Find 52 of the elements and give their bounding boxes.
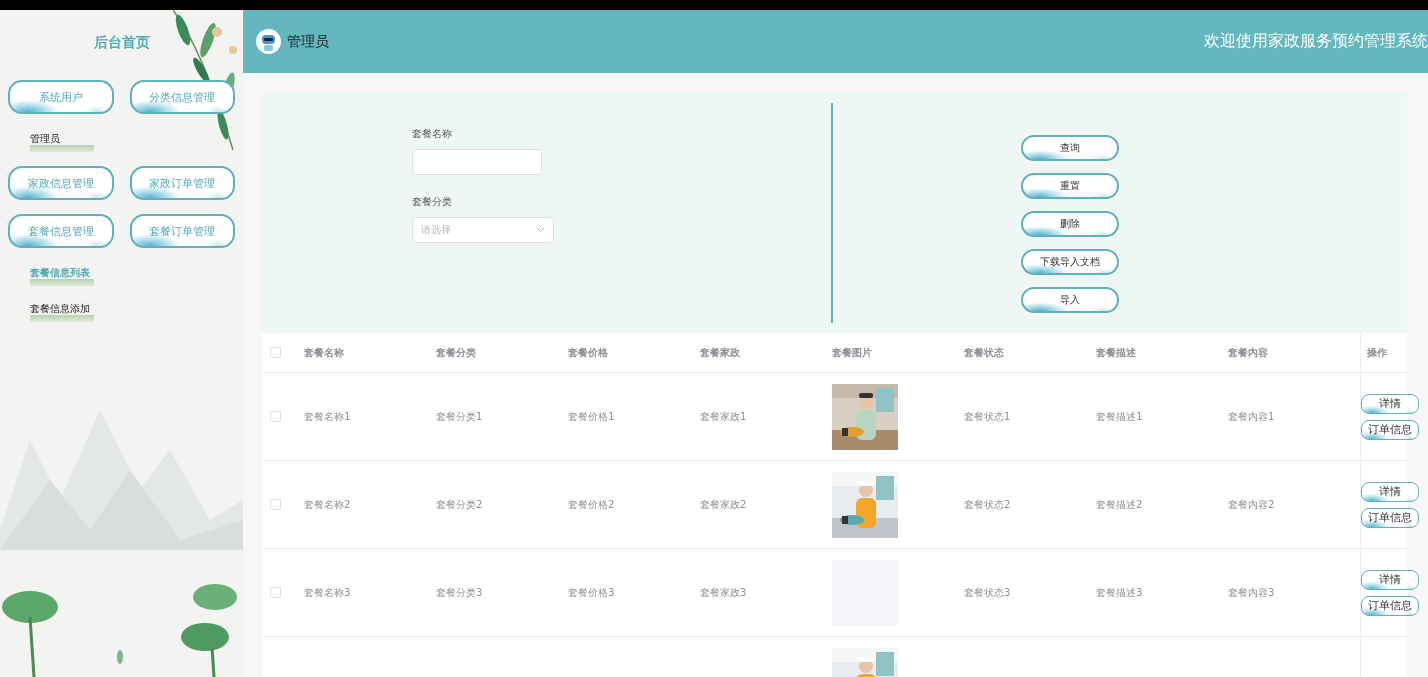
system-title: 欢迎使用家政服务预约管理系统 bbox=[1204, 31, 1428, 52]
row-action-button[interactable]: 订单信息 bbox=[1361, 595, 1419, 616]
row-action-button[interactable]: 详情 bbox=[1361, 569, 1419, 590]
action-button[interactable]: 重置 bbox=[1021, 173, 1119, 199]
row-action-button[interactable]: 订单信息 bbox=[1361, 507, 1419, 528]
table-cell-text: 套餐描述1 bbox=[1096, 409, 1144, 424]
table-cell-text: 套餐名称2 bbox=[304, 497, 352, 512]
row-checkbox[interactable] bbox=[270, 411, 281, 422]
column-header: 套餐内容 bbox=[1228, 345, 1269, 360]
column-header: 套餐描述 bbox=[1096, 345, 1137, 360]
row-action-button[interactable]: 详情 bbox=[1361, 393, 1419, 414]
action-button[interactable]: 导入 bbox=[1021, 287, 1119, 313]
table-cell-text: 套餐分类3 bbox=[436, 585, 484, 600]
chevron-down-icon bbox=[536, 227, 545, 233]
table-cell-text: 套餐价格3 bbox=[568, 585, 616, 600]
user-name: 管理员 bbox=[287, 32, 329, 51]
column-header: 套餐分类 bbox=[436, 345, 477, 360]
table-cell-text: 套餐家政2 bbox=[700, 497, 748, 512]
table-cell-text: 套餐价格1 bbox=[568, 409, 616, 424]
table-cell-text: 套餐价格2 bbox=[568, 497, 616, 512]
table-cell-text: 套餐描述3 bbox=[1096, 585, 1144, 600]
table-cell-text: 套餐家政1 bbox=[700, 409, 748, 424]
row-action-button[interactable]: 订单信息 bbox=[1361, 419, 1419, 440]
select-all-checkbox[interactable] bbox=[270, 347, 281, 358]
table-cell-text: 套餐家政3 bbox=[700, 585, 748, 600]
column-header: 操作 bbox=[1367, 345, 1387, 360]
table-cell-text: 套餐描述2 bbox=[1096, 497, 1144, 512]
column-header: 套餐家政 bbox=[700, 345, 741, 360]
action-button[interactable]: 删除 bbox=[1021, 211, 1119, 237]
row-checkbox[interactable] bbox=[270, 587, 281, 598]
table-cell-text: 套餐分类1 bbox=[436, 409, 484, 424]
column-header: 套餐状态 bbox=[964, 345, 1005, 360]
field-label: 套餐分类 bbox=[412, 195, 453, 209]
table-cell-text: 套餐内容3 bbox=[1228, 585, 1276, 600]
column-header: 套餐名称 bbox=[304, 345, 345, 360]
row-action-button[interactable]: 详情 bbox=[1361, 481, 1419, 502]
column-header: 套餐图片 bbox=[832, 345, 873, 360]
table-cell-text: 套餐内容2 bbox=[1228, 497, 1276, 512]
table-cell-text: 套餐状态1 bbox=[964, 409, 1012, 424]
action-button[interactable]: 查询 bbox=[1021, 135, 1119, 161]
column-header: 套餐价格 bbox=[568, 345, 609, 360]
action-button[interactable]: 下载导入文档 bbox=[1021, 249, 1119, 275]
name-input[interactable] bbox=[412, 149, 542, 175]
table-cell-text: 套餐名称3 bbox=[304, 585, 352, 600]
robot-avatar-icon bbox=[256, 29, 281, 54]
table-cell-text: 套餐名称1 bbox=[304, 409, 352, 424]
table-cell-text: 套餐状态3 bbox=[964, 585, 1012, 600]
table-cell-text: 套餐内容1 bbox=[1228, 409, 1276, 424]
table-cell-text: 套餐状态2 bbox=[964, 497, 1012, 512]
table-cell-text: 套餐分类2 bbox=[436, 497, 484, 512]
row-checkbox[interactable] bbox=[270, 499, 281, 510]
field-label: 套餐名称 bbox=[412, 127, 453, 141]
